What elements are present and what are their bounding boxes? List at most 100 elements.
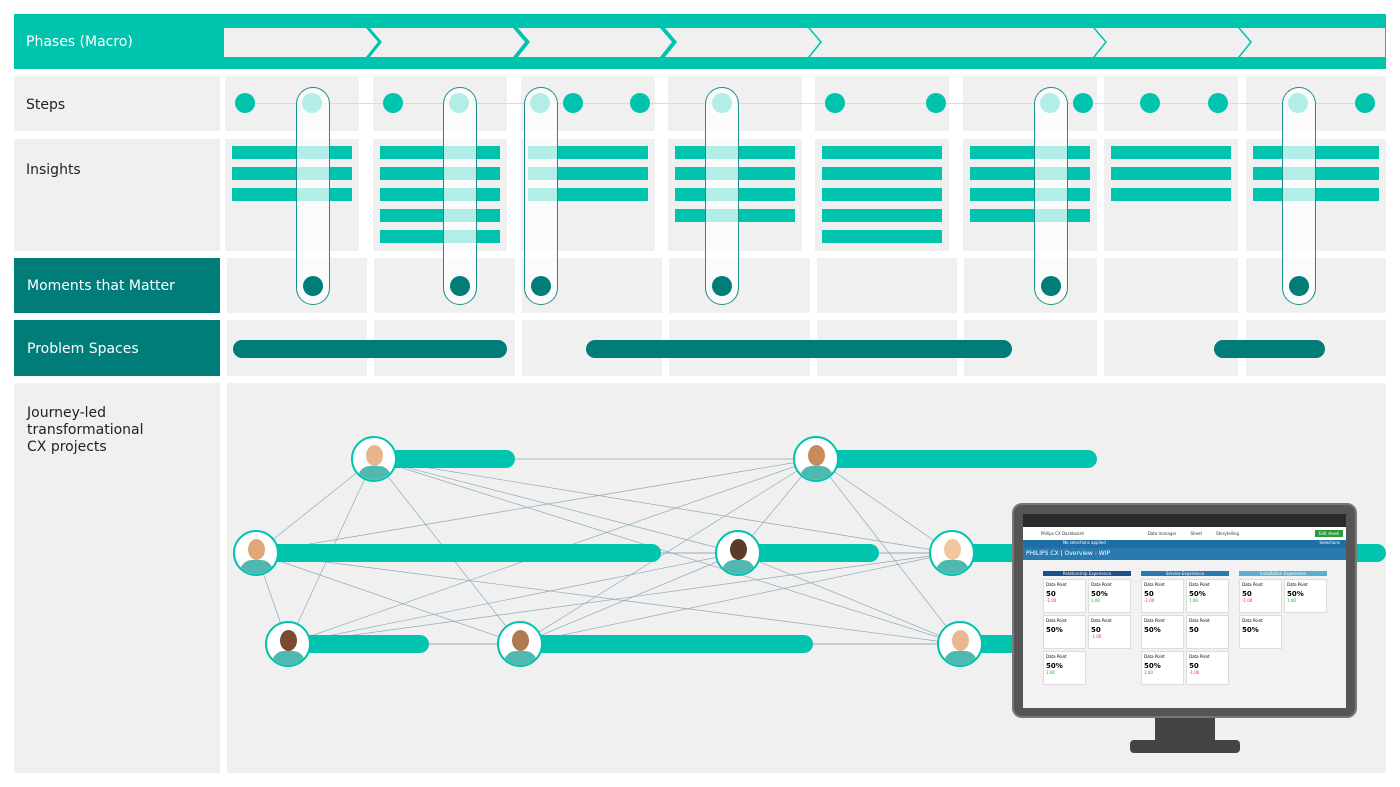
monitor-stand [1155, 716, 1215, 742]
kpi-value: 50% [1046, 662, 1063, 670]
kpi-delta: 1.00 [1046, 670, 1055, 675]
kpi-card: Data Point 50% 1.00 [1186, 579, 1229, 613]
sheet-title: PHILIPS CX | Overview - WIP [1023, 548, 1346, 560]
persona-avatar [929, 530, 975, 576]
group-header: Relationship Experience [1043, 571, 1131, 576]
avatar-body [722, 560, 755, 574]
kpi-value: 50% [1242, 626, 1259, 634]
kpi-value: 50 [1189, 626, 1199, 634]
avatar-head [808, 445, 825, 466]
selections-bar: No selections applied Selections [1023, 540, 1346, 548]
avatar-body [240, 560, 273, 574]
avatar-head [944, 539, 961, 560]
monitor: Philips CX Dashboard Data manager Sheet … [1012, 503, 1357, 718]
persona-avatar [715, 530, 761, 576]
avatar-head [730, 539, 747, 560]
selections-status: No selections applied [1063, 540, 1106, 545]
kpi-label: Data Point [1189, 654, 1210, 659]
kpi-value: 50 [1189, 662, 1199, 670]
kpi-card: Data Point 50% [1239, 615, 1282, 649]
avatar-body [936, 560, 969, 574]
kpi-card: Data Point 50 -1.00 [1239, 579, 1282, 613]
kpi-label: Data Point [1091, 618, 1112, 623]
browser-bar [1023, 514, 1346, 527]
nav-data-manager[interactable]: Data manager [1148, 531, 1177, 536]
persona-avatar [233, 530, 279, 576]
kpi-value: 50% [1287, 590, 1304, 598]
kpi-delta: 1.00 [1144, 670, 1153, 675]
avatar-body [272, 651, 305, 665]
avatar-body [944, 651, 977, 665]
network-link [373, 458, 739, 554]
kpi-value: 50% [1144, 662, 1161, 670]
kpi-label: Data Point [1189, 582, 1210, 587]
kpi-delta: -1.00 [1242, 598, 1253, 603]
kpi-value: 50 [1091, 626, 1101, 634]
kpi-label: Data Point [1046, 654, 1067, 659]
persona-avatar [351, 436, 397, 482]
kpi-label: Data Point [1144, 654, 1165, 659]
kpi-value: 50% [1144, 626, 1161, 634]
app-toolbar: Philips CX Dashboard Data manager Sheet … [1023, 527, 1346, 540]
kpi-card: Data Point 50% [1043, 615, 1086, 649]
kpi-card: Data Point 50% 1.00 [1043, 651, 1086, 685]
avatar-body [800, 466, 833, 480]
kpi-label: Data Point [1144, 582, 1165, 587]
kpi-label: Data Point [1046, 582, 1067, 587]
avatar-body [504, 651, 537, 665]
edit-sheet-button[interactable]: Edit sheet [1314, 530, 1343, 537]
kpi-delta: -1.00 [1046, 598, 1057, 603]
kpi-value: 50 [1046, 590, 1056, 598]
kpi-label: Data Point [1091, 582, 1112, 587]
kpi-label: Data Point [1144, 618, 1165, 623]
dashboard-screen: Philips CX Dashboard Data manager Sheet … [1023, 514, 1346, 708]
kpi-value: 50 [1242, 590, 1252, 598]
kpi-delta: -1.00 [1189, 670, 1200, 675]
kpi-delta: 1.00 [1091, 598, 1100, 603]
persona-avatar [793, 436, 839, 482]
kpi-card: Data Point 50 -1.00 [1088, 615, 1131, 649]
kpi-label: Data Point [1242, 582, 1263, 587]
kpi-card: Data Point 50 -1.00 [1043, 579, 1086, 613]
monitor-base [1130, 740, 1240, 753]
avatar-head [512, 630, 529, 651]
kpi-delta: -1.00 [1144, 598, 1155, 603]
kpi-value: 50% [1189, 590, 1206, 598]
network-link [519, 552, 739, 645]
persona-avatar [937, 621, 983, 667]
kpi-card: Data Point 50 [1186, 615, 1229, 649]
kpi-delta: -1.00 [1091, 634, 1102, 639]
kpi-card: Data Point 50% 1.00 [1284, 579, 1327, 613]
project-bar [520, 635, 813, 653]
kpi-value: 50 [1144, 590, 1154, 598]
project-bar [816, 450, 1097, 468]
kpi-value: 50% [1091, 590, 1108, 598]
kpi-label: Data Point [1046, 618, 1067, 623]
kpi-card: Data Point 50% [1141, 615, 1184, 649]
kpi-card: Data Point 50% 1.00 [1141, 651, 1184, 685]
kpi-label: Data Point [1189, 618, 1210, 623]
persona-avatar [497, 621, 543, 667]
avatar-head [248, 539, 265, 560]
group-header: Service Experience [1141, 571, 1229, 576]
network-link [815, 458, 953, 554]
avatar-head [366, 445, 383, 466]
avatar-body [358, 466, 391, 480]
kpi-delta: 1.00 [1287, 598, 1296, 603]
kpi-label: Data Point [1242, 618, 1263, 623]
group-header: Installation Experience [1239, 571, 1327, 576]
kpi-card: Data Point 50% 1.00 [1088, 579, 1131, 613]
app-title: Philips CX Dashboard [1041, 531, 1084, 536]
selections-button[interactable]: Selections [1319, 540, 1340, 545]
kpi-delta: 1.00 [1189, 598, 1198, 603]
persona-avatar [265, 621, 311, 667]
kpi-value: 50% [1046, 626, 1063, 634]
nav-sheet[interactable]: Sheet [1191, 531, 1203, 536]
network-link [373, 458, 953, 554]
kpi-label: Data Point [1287, 582, 1308, 587]
kpi-card: Data Point 50 -1.00 [1186, 651, 1229, 685]
kpi-card: Data Point 50 -1.00 [1141, 579, 1184, 613]
avatar-head [952, 630, 969, 651]
network-link [737, 552, 961, 645]
nav-storytelling[interactable]: Storytelling [1216, 531, 1239, 536]
